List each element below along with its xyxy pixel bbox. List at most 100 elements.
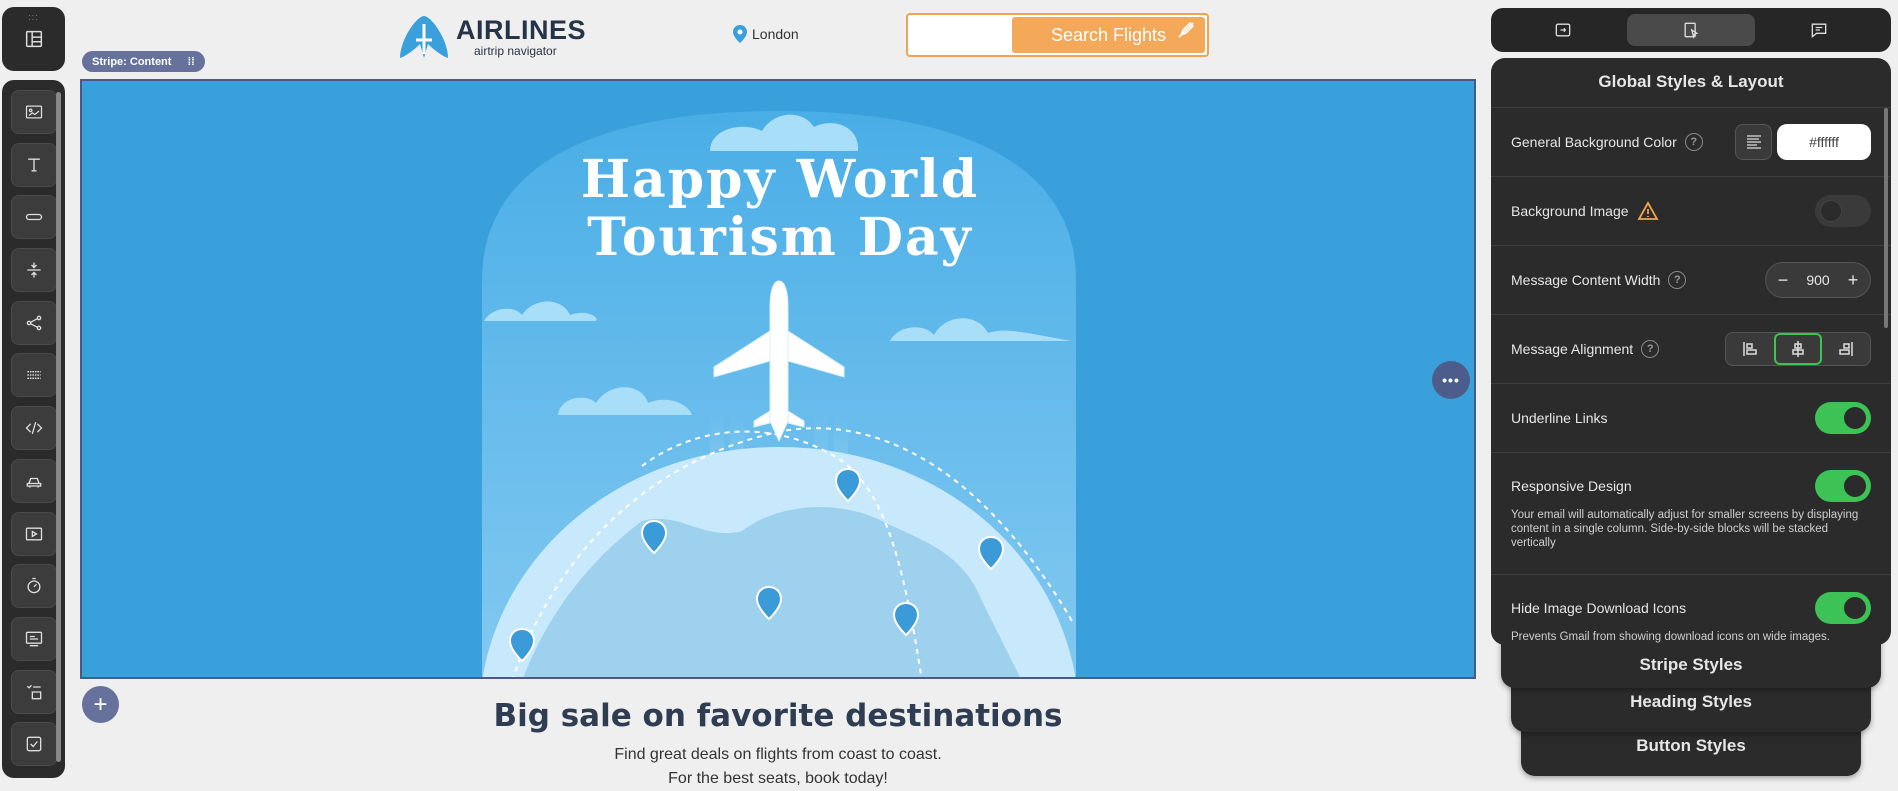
tab-styles[interactable] xyxy=(1627,14,1755,46)
left-toolbar xyxy=(2,80,65,778)
align-right-icon xyxy=(1839,342,1853,356)
more-options-label: ••• xyxy=(1442,372,1460,388)
color-lines-icon xyxy=(1746,135,1761,149)
airline-logo: AIRLINES airtrip navigator xyxy=(398,14,586,60)
text-block-button[interactable] xyxy=(11,142,57,187)
divider-block-button[interactable] xyxy=(11,353,57,398)
panel-scrollbar[interactable] xyxy=(1884,108,1888,328)
banner-headline: Happy World Tourism Day xyxy=(82,149,1474,268)
promo-line-1: Find great deals on flights from coast t… xyxy=(614,746,942,763)
tab-comments[interactable] xyxy=(1755,14,1883,46)
product-block-button[interactable] xyxy=(11,458,57,503)
video-block-button[interactable] xyxy=(11,511,57,556)
button-styles-label: Button Styles xyxy=(1636,736,1746,755)
bg-color-label: General Background Color xyxy=(1511,134,1677,150)
content-width-value[interactable]: 900 xyxy=(1800,272,1836,288)
bg-image-row: Background Image xyxy=(1491,177,1891,246)
checkbox-icon xyxy=(26,736,42,752)
grid-dots-icon: ⁞⁞ xyxy=(187,55,195,68)
location-link[interactable]: London xyxy=(733,25,799,43)
align-left-icon xyxy=(1743,342,1757,356)
responsive-row: Responsive Design Your email will automa… xyxy=(1491,453,1891,575)
alignment-label: Message Alignment xyxy=(1511,341,1634,357)
drag-grip-icon: ∙∙∙ ∙∙∙ xyxy=(28,10,39,24)
text-icon xyxy=(28,158,40,172)
stripe-label-text: Stripe: Content xyxy=(92,55,172,68)
image-block-button[interactable] xyxy=(11,90,57,134)
bg-image-label: Background Image xyxy=(1511,203,1629,219)
search-flights-button[interactable]: Search Flights xyxy=(1012,17,1205,53)
responsive-toggle[interactable] xyxy=(1815,470,1871,502)
decrement-button[interactable]: − xyxy=(1766,270,1800,291)
headline-line-1: Happy World xyxy=(580,149,980,210)
content-width-label: Message Content Width xyxy=(1511,272,1661,288)
stripe-label[interactable]: Stripe: Content ⁞⁞ xyxy=(82,51,205,72)
toolbar-scrollbar[interactable] xyxy=(56,92,61,762)
tab-layout[interactable] xyxy=(1499,14,1627,46)
heading-styles-label: Heading Styles xyxy=(1630,692,1752,711)
panel-title: Global Styles & Layout xyxy=(1491,58,1891,108)
bg-color-input[interactable]: #ffffff xyxy=(1777,124,1871,160)
logo-subtitle: airtrip navigator xyxy=(474,43,557,58)
underline-label: Underline Links xyxy=(1511,410,1608,426)
responsive-label: Responsive Design xyxy=(1511,478,1632,494)
global-styles-panel: Global Styles & Layout General Backgroun… xyxy=(1491,58,1891,645)
styles-tab-icon xyxy=(1684,22,1699,40)
social-block-button[interactable] xyxy=(11,300,57,345)
image-icon xyxy=(25,105,43,119)
layout-icon xyxy=(25,30,42,48)
location-pin-icon xyxy=(733,25,747,43)
help-icon[interactable]: ? xyxy=(1641,340,1660,358)
banner-stripe[interactable]: Happy World Tourism Day xyxy=(80,79,1476,679)
menu-icon xyxy=(26,684,42,699)
headline-line-2: Tourism Day xyxy=(587,207,973,268)
panel-tabs xyxy=(1491,8,1891,52)
edit-pencil-icon[interactable] xyxy=(1177,21,1195,39)
spacer-block-button[interactable] xyxy=(11,248,57,293)
layout-tab-icon xyxy=(1555,23,1571,37)
alignment-row: Message Alignment? xyxy=(1491,315,1891,384)
plane-logo-icon xyxy=(400,16,448,58)
align-center-icon xyxy=(1792,341,1804,357)
divider-icon xyxy=(27,371,41,380)
button-block-button[interactable] xyxy=(11,195,57,240)
banner-block-button[interactable] xyxy=(11,616,57,661)
help-icon[interactable]: ? xyxy=(1668,271,1687,289)
color-picker-button[interactable] xyxy=(1735,124,1772,160)
stripe-styles-label: Stripe Styles xyxy=(1639,655,1743,674)
responsive-description: Your email will automatically adjust for… xyxy=(1511,509,1859,549)
bg-image-toggle[interactable] xyxy=(1815,195,1871,227)
search-box[interactable]: Search Flights xyxy=(906,13,1209,57)
share-icon xyxy=(26,315,42,331)
search-flights-label: Search Flights xyxy=(1050,24,1167,45)
increment-button[interactable]: + xyxy=(1836,270,1870,291)
more-options-button[interactable]: ••• xyxy=(1432,361,1470,399)
alignment-group xyxy=(1725,332,1871,366)
hide-icons-toggle[interactable] xyxy=(1815,592,1871,624)
code-block-button[interactable] xyxy=(11,406,57,451)
content-width-row: Message Content Width? − 900 + xyxy=(1491,246,1891,315)
location-text: London xyxy=(752,26,799,42)
warning-icon xyxy=(1636,201,1659,220)
underline-row: Underline Links xyxy=(1491,384,1891,453)
underline-toggle[interactable] xyxy=(1815,402,1871,434)
align-right-button[interactable] xyxy=(1822,333,1870,365)
car-icon xyxy=(26,477,42,488)
timer-block-button[interactable] xyxy=(11,564,57,609)
timer-icon xyxy=(27,578,41,594)
help-icon[interactable]: ? xyxy=(1684,133,1703,151)
align-left-button[interactable] xyxy=(1726,333,1774,365)
checkbox-block-button[interactable] xyxy=(11,722,57,767)
app-menu-button[interactable]: ∙∙∙ ∙∙∙ xyxy=(2,7,65,71)
comments-tab-icon xyxy=(1811,23,1827,39)
promo-line-2: For the best seats, book today! xyxy=(668,770,888,787)
spacer-icon xyxy=(27,262,41,278)
hide-icons-row: Hide Image Download Icons Prevents Gmail… xyxy=(1491,575,1891,645)
menu-block-button[interactable] xyxy=(11,669,57,714)
promo-title: Big sale on favorite destinations xyxy=(493,698,1063,734)
bg-color-row: General Background Color? #ffffff xyxy=(1491,108,1891,177)
logo-title: AIRLINES xyxy=(456,14,587,45)
align-center-button[interactable] xyxy=(1774,333,1822,365)
code-icon xyxy=(25,422,43,435)
button-icon xyxy=(25,214,43,221)
